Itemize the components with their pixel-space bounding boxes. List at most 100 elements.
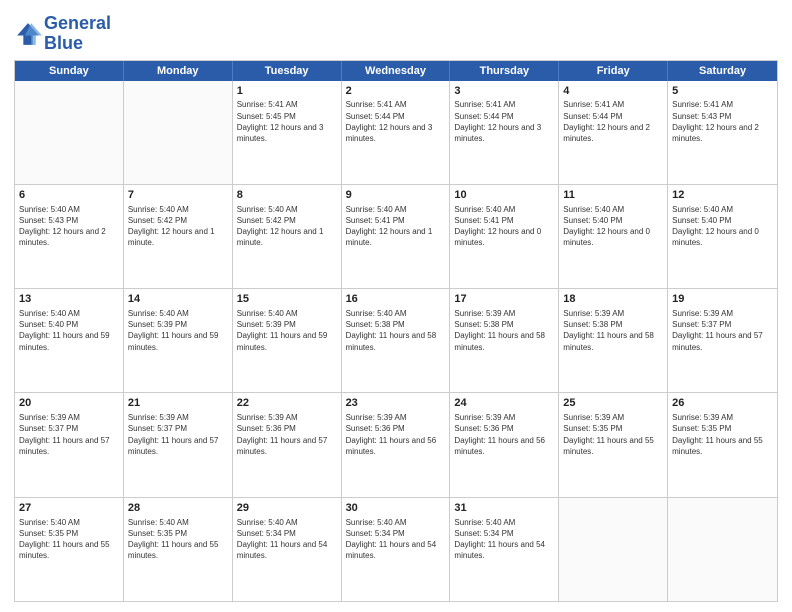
day-info: Sunrise: 5:41 AM Sunset: 5:44 PM Dayligh…: [563, 99, 663, 144]
day-cell-17: 17Sunrise: 5:39 AM Sunset: 5:38 PM Dayli…: [450, 289, 559, 392]
day-number: 28: [128, 501, 228, 516]
day-cell-24: 24Sunrise: 5:39 AM Sunset: 5:36 PM Dayli…: [450, 393, 559, 496]
day-cell-18: 18Sunrise: 5:39 AM Sunset: 5:38 PM Dayli…: [559, 289, 668, 392]
day-number: 6: [19, 188, 119, 203]
day-info: Sunrise: 5:40 AM Sunset: 5:40 PM Dayligh…: [19, 308, 119, 353]
day-number: 14: [128, 292, 228, 307]
day-number: 30: [346, 501, 446, 516]
day-number: 1: [237, 84, 337, 99]
week-row-3: 13Sunrise: 5:40 AM Sunset: 5:40 PM Dayli…: [15, 289, 777, 393]
day-number: 17: [454, 292, 554, 307]
day-cell-22: 22Sunrise: 5:39 AM Sunset: 5:36 PM Dayli…: [233, 393, 342, 496]
day-cell-19: 19Sunrise: 5:39 AM Sunset: 5:37 PM Dayli…: [668, 289, 777, 392]
day-info: Sunrise: 5:39 AM Sunset: 5:36 PM Dayligh…: [454, 412, 554, 457]
day-cell-31: 31Sunrise: 5:40 AM Sunset: 5:34 PM Dayli…: [450, 498, 559, 601]
day-cell-15: 15Sunrise: 5:40 AM Sunset: 5:39 PM Dayli…: [233, 289, 342, 392]
day-cell-6: 6Sunrise: 5:40 AM Sunset: 5:43 PM Daylig…: [15, 185, 124, 288]
day-number: 19: [672, 292, 773, 307]
day-number: 15: [237, 292, 337, 307]
day-info: Sunrise: 5:40 AM Sunset: 5:40 PM Dayligh…: [672, 204, 773, 249]
day-cell-14: 14Sunrise: 5:40 AM Sunset: 5:39 PM Dayli…: [124, 289, 233, 392]
day-number: 25: [563, 396, 663, 411]
day-info: Sunrise: 5:40 AM Sunset: 5:34 PM Dayligh…: [346, 517, 446, 562]
day-number: 21: [128, 396, 228, 411]
day-number: 29: [237, 501, 337, 516]
day-cell-25: 25Sunrise: 5:39 AM Sunset: 5:35 PM Dayli…: [559, 393, 668, 496]
logo: General Blue: [14, 14, 111, 54]
day-info: Sunrise: 5:40 AM Sunset: 5:35 PM Dayligh…: [19, 517, 119, 562]
day-header-friday: Friday: [559, 61, 668, 81]
day-info: Sunrise: 5:40 AM Sunset: 5:35 PM Dayligh…: [128, 517, 228, 562]
empty-cell: [559, 498, 668, 601]
day-cell-20: 20Sunrise: 5:39 AM Sunset: 5:37 PM Dayli…: [15, 393, 124, 496]
week-row-4: 20Sunrise: 5:39 AM Sunset: 5:37 PM Dayli…: [15, 393, 777, 497]
day-number: 10: [454, 188, 554, 203]
day-info: Sunrise: 5:40 AM Sunset: 5:41 PM Dayligh…: [454, 204, 554, 249]
day-info: Sunrise: 5:40 AM Sunset: 5:42 PM Dayligh…: [128, 204, 228, 249]
day-number: 27: [19, 501, 119, 516]
page: General Blue SundayMondayTuesdayWednesda…: [0, 0, 792, 612]
day-cell-28: 28Sunrise: 5:40 AM Sunset: 5:35 PM Dayli…: [124, 498, 233, 601]
day-info: Sunrise: 5:39 AM Sunset: 5:37 PM Dayligh…: [128, 412, 228, 457]
day-number: 12: [672, 188, 773, 203]
week-row-2: 6Sunrise: 5:40 AM Sunset: 5:43 PM Daylig…: [15, 185, 777, 289]
day-number: 16: [346, 292, 446, 307]
day-info: Sunrise: 5:40 AM Sunset: 5:34 PM Dayligh…: [237, 517, 337, 562]
day-info: Sunrise: 5:40 AM Sunset: 5:39 PM Dayligh…: [237, 308, 337, 353]
day-number: 22: [237, 396, 337, 411]
day-header-saturday: Saturday: [668, 61, 777, 81]
day-cell-9: 9Sunrise: 5:40 AM Sunset: 5:41 PM Daylig…: [342, 185, 451, 288]
week-row-1: 1Sunrise: 5:41 AM Sunset: 5:45 PM Daylig…: [15, 81, 777, 185]
day-cell-13: 13Sunrise: 5:40 AM Sunset: 5:40 PM Dayli…: [15, 289, 124, 392]
day-number: 9: [346, 188, 446, 203]
day-cell-23: 23Sunrise: 5:39 AM Sunset: 5:36 PM Dayli…: [342, 393, 451, 496]
day-info: Sunrise: 5:39 AM Sunset: 5:38 PM Dayligh…: [563, 308, 663, 353]
day-number: 31: [454, 501, 554, 516]
day-info: Sunrise: 5:39 AM Sunset: 5:35 PM Dayligh…: [672, 412, 773, 457]
day-info: Sunrise: 5:40 AM Sunset: 5:39 PM Dayligh…: [128, 308, 228, 353]
day-cell-11: 11Sunrise: 5:40 AM Sunset: 5:40 PM Dayli…: [559, 185, 668, 288]
day-header-tuesday: Tuesday: [233, 61, 342, 81]
day-info: Sunrise: 5:39 AM Sunset: 5:38 PM Dayligh…: [454, 308, 554, 353]
day-info: Sunrise: 5:41 AM Sunset: 5:43 PM Dayligh…: [672, 99, 773, 144]
day-info: Sunrise: 5:39 AM Sunset: 5:37 PM Dayligh…: [672, 308, 773, 353]
calendar-body: 1Sunrise: 5:41 AM Sunset: 5:45 PM Daylig…: [15, 81, 777, 601]
header: General Blue: [14, 10, 778, 54]
day-info: Sunrise: 5:41 AM Sunset: 5:44 PM Dayligh…: [346, 99, 446, 144]
day-info: Sunrise: 5:40 AM Sunset: 5:34 PM Dayligh…: [454, 517, 554, 562]
day-cell-4: 4Sunrise: 5:41 AM Sunset: 5:44 PM Daylig…: [559, 81, 668, 184]
day-info: Sunrise: 5:41 AM Sunset: 5:45 PM Dayligh…: [237, 99, 337, 144]
day-cell-3: 3Sunrise: 5:41 AM Sunset: 5:44 PM Daylig…: [450, 81, 559, 184]
day-info: Sunrise: 5:39 AM Sunset: 5:37 PM Dayligh…: [19, 412, 119, 457]
day-number: 7: [128, 188, 228, 203]
day-info: Sunrise: 5:40 AM Sunset: 5:41 PM Dayligh…: [346, 204, 446, 249]
day-info: Sunrise: 5:39 AM Sunset: 5:36 PM Dayligh…: [237, 412, 337, 457]
day-number: 4: [563, 84, 663, 99]
calendar: SundayMondayTuesdayWednesdayThursdayFrid…: [14, 60, 778, 602]
day-header-wednesday: Wednesday: [342, 61, 451, 81]
calendar-header-row: SundayMondayTuesdayWednesdayThursdayFrid…: [15, 61, 777, 81]
day-number: 11: [563, 188, 663, 203]
day-header-monday: Monday: [124, 61, 233, 81]
empty-cell: [15, 81, 124, 184]
day-number: 5: [672, 84, 773, 99]
day-number: 8: [237, 188, 337, 203]
day-info: Sunrise: 5:40 AM Sunset: 5:38 PM Dayligh…: [346, 308, 446, 353]
day-number: 13: [19, 292, 119, 307]
day-number: 2: [346, 84, 446, 99]
day-cell-1: 1Sunrise: 5:41 AM Sunset: 5:45 PM Daylig…: [233, 81, 342, 184]
day-cell-8: 8Sunrise: 5:40 AM Sunset: 5:42 PM Daylig…: [233, 185, 342, 288]
empty-cell: [668, 498, 777, 601]
day-info: Sunrise: 5:40 AM Sunset: 5:42 PM Dayligh…: [237, 204, 337, 249]
day-info: Sunrise: 5:40 AM Sunset: 5:40 PM Dayligh…: [563, 204, 663, 249]
day-info: Sunrise: 5:40 AM Sunset: 5:43 PM Dayligh…: [19, 204, 119, 249]
day-cell-12: 12Sunrise: 5:40 AM Sunset: 5:40 PM Dayli…: [668, 185, 777, 288]
day-cell-16: 16Sunrise: 5:40 AM Sunset: 5:38 PM Dayli…: [342, 289, 451, 392]
day-number: 26: [672, 396, 773, 411]
day-cell-5: 5Sunrise: 5:41 AM Sunset: 5:43 PM Daylig…: [668, 81, 777, 184]
logo-text-general: General: [44, 14, 111, 34]
logo-text-blue: Blue: [44, 34, 111, 54]
empty-cell: [124, 81, 233, 184]
day-number: 3: [454, 84, 554, 99]
day-header-sunday: Sunday: [15, 61, 124, 81]
